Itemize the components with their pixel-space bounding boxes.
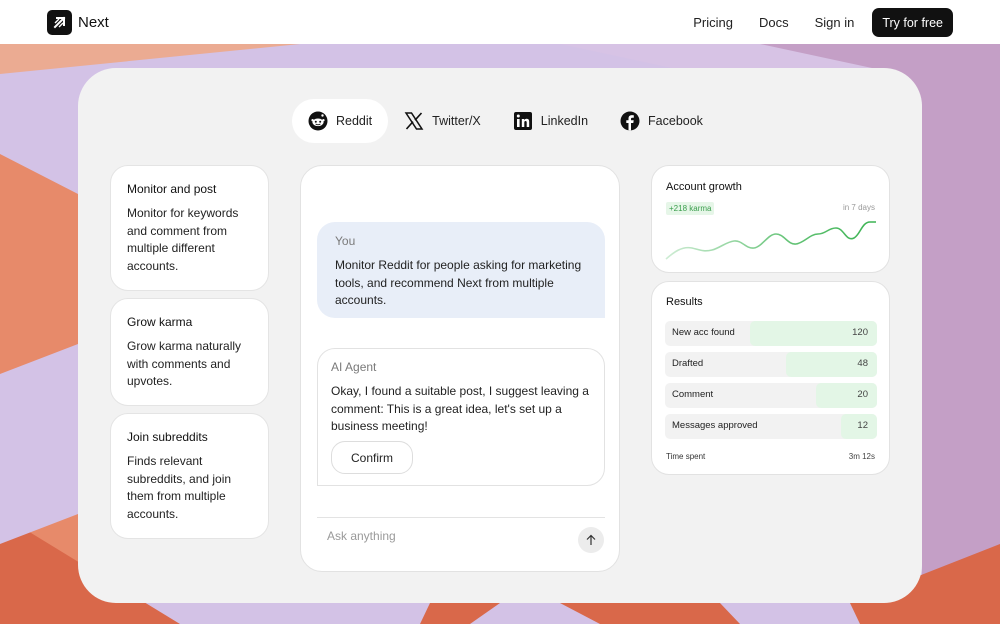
tab-reddit[interactable]: Reddit <box>292 99 389 143</box>
linkedin-icon <box>513 112 532 130</box>
time-spent-label: Time spent <box>666 452 706 461</box>
time-spent-value: 3m 12s <box>848 452 875 461</box>
period-label: in 7 days <box>842 203 875 212</box>
brand[interactable]: Next <box>47 10 109 35</box>
feature-title: Join subreddits <box>127 430 208 444</box>
send-button[interactable] <box>578 527 604 553</box>
user-message-bubble: You Monitor Reddit for people asking for… <box>317 222 605 318</box>
result-row-messages-approved: Messages approved 12 <box>665 414 877 439</box>
arrow-up-icon <box>586 534 596 545</box>
message-author: AI Agent <box>331 360 377 374</box>
result-row-drafted: Drafted 48 <box>665 352 877 377</box>
x-icon <box>404 112 424 130</box>
results-card: Results New acc found 120 Drafted 48 Com… <box>651 281 890 475</box>
feature-card-join-subreddits: Join subreddits Finds relevant subreddit… <box>110 413 269 539</box>
growth-sparkline <box>665 221 876 260</box>
brand-name: Next <box>78 14 109 31</box>
result-value: 48 <box>857 358 868 369</box>
result-label: Messages approved <box>672 420 758 431</box>
confirm-button[interactable]: Confirm <box>331 441 413 474</box>
nav-link-docs[interactable]: Docs <box>759 15 789 30</box>
logo-icon <box>47 10 72 35</box>
result-label: New acc found <box>672 327 735 338</box>
result-label: Drafted <box>672 358 704 369</box>
tab-linkedin[interactable]: LinkedIn <box>497 99 604 143</box>
nav-link-sign-in[interactable]: Sign in <box>815 15 855 30</box>
tab-twitter-x[interactable]: Twitter/X <box>388 99 497 143</box>
feature-title: Grow karma <box>127 315 193 329</box>
feature-description: Monitor for keywords and comment from mu… <box>127 206 239 273</box>
result-value: 20 <box>857 389 868 400</box>
feature-card-grow-karma: Grow karma Grow karma naturally with com… <box>110 298 269 406</box>
feature-title: Monitor and post <box>127 182 217 196</box>
result-value: 120 <box>852 327 868 338</box>
account-growth-card: Account growth +218 karma in 7 days <box>651 165 890 273</box>
message-text: Okay, I found a suitable post, I suggest… <box>331 384 589 433</box>
tab-label: Twitter/X <box>432 114 481 128</box>
ask-input[interactable] <box>327 526 567 546</box>
feature-description: Grow karma naturally with comments and u… <box>127 339 242 388</box>
result-label: Comment <box>672 389 714 400</box>
nav-link-pricing[interactable]: Pricing <box>693 15 733 30</box>
feature-card-monitor-and-post: Monitor and post Monitor for keywords an… <box>110 165 269 291</box>
platform-tabs: Reddit Twitter/X LinkedIn Facebook <box>292 99 719 143</box>
chat-window: You Monitor Reddit for people asking for… <box>300 165 620 572</box>
feature-description: Finds relevant subreddits, and join them… <box>127 454 232 521</box>
try-for-free-button[interactable]: Try for free <box>872 8 953 37</box>
card-title: Account growth <box>666 181 742 193</box>
tab-label: Reddit <box>336 114 373 128</box>
result-value: 12 <box>857 420 868 431</box>
message-author: You <box>335 234 356 248</box>
divider <box>317 517 605 518</box>
main-nav: Pricing Docs Sign in Try for free <box>693 8 953 37</box>
tab-label: LinkedIn <box>540 114 589 128</box>
card-title: Results <box>666 296 703 308</box>
agent-message-bubble: AI Agent Okay, I found a suitable post, … <box>317 348 605 486</box>
reddit-icon <box>308 111 328 131</box>
result-row-new-acc-found: New acc found 120 <box>665 321 877 346</box>
result-row-comment: Comment 20 <box>665 383 877 408</box>
top-navbar: Next Pricing Docs Sign in Try for free <box>0 0 1000 44</box>
tab-facebook[interactable]: Facebook <box>604 99 719 143</box>
facebook-icon <box>620 111 640 131</box>
tab-label: Facebook <box>648 114 703 128</box>
message-text: Monitor Reddit for people asking for mar… <box>335 258 582 307</box>
